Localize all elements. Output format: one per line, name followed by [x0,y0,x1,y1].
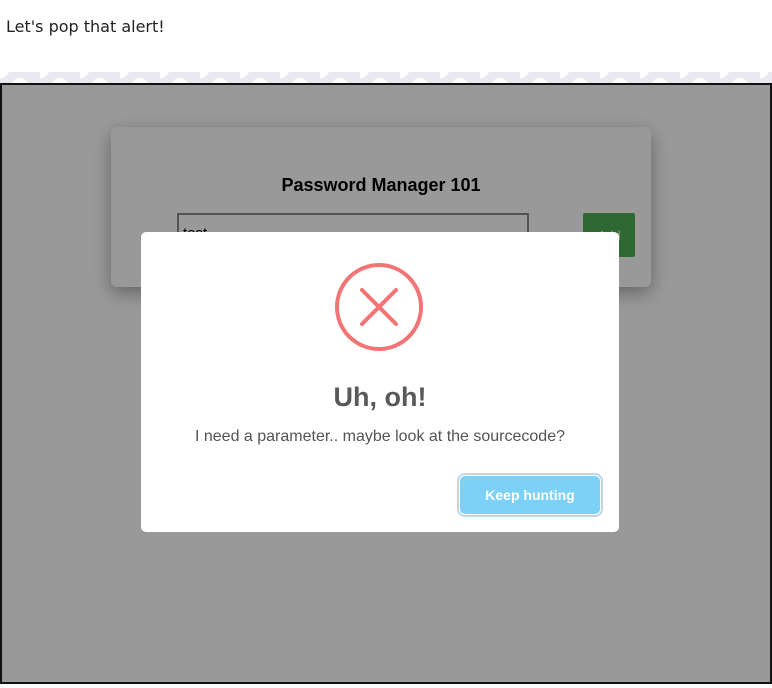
modal-text: I need a parameter.. maybe look at the s… [194,428,565,445]
page: Let's pop that alert! Password Manager 1… [0,0,772,688]
top-bar: Let's pop that alert! [0,0,772,72]
embedded-frame: Password Manager 101 Add Uh, oh! I need … [0,83,772,684]
modal-title: Uh, oh! [333,382,427,412]
top-text: Let's pop that alert! [6,17,165,36]
error-x-icon [335,263,423,351]
alert-modal: Uh, oh! I need a parameter.. maybe look … [141,232,619,532]
keep-hunting-button[interactable]: Keep hunting [460,476,600,514]
